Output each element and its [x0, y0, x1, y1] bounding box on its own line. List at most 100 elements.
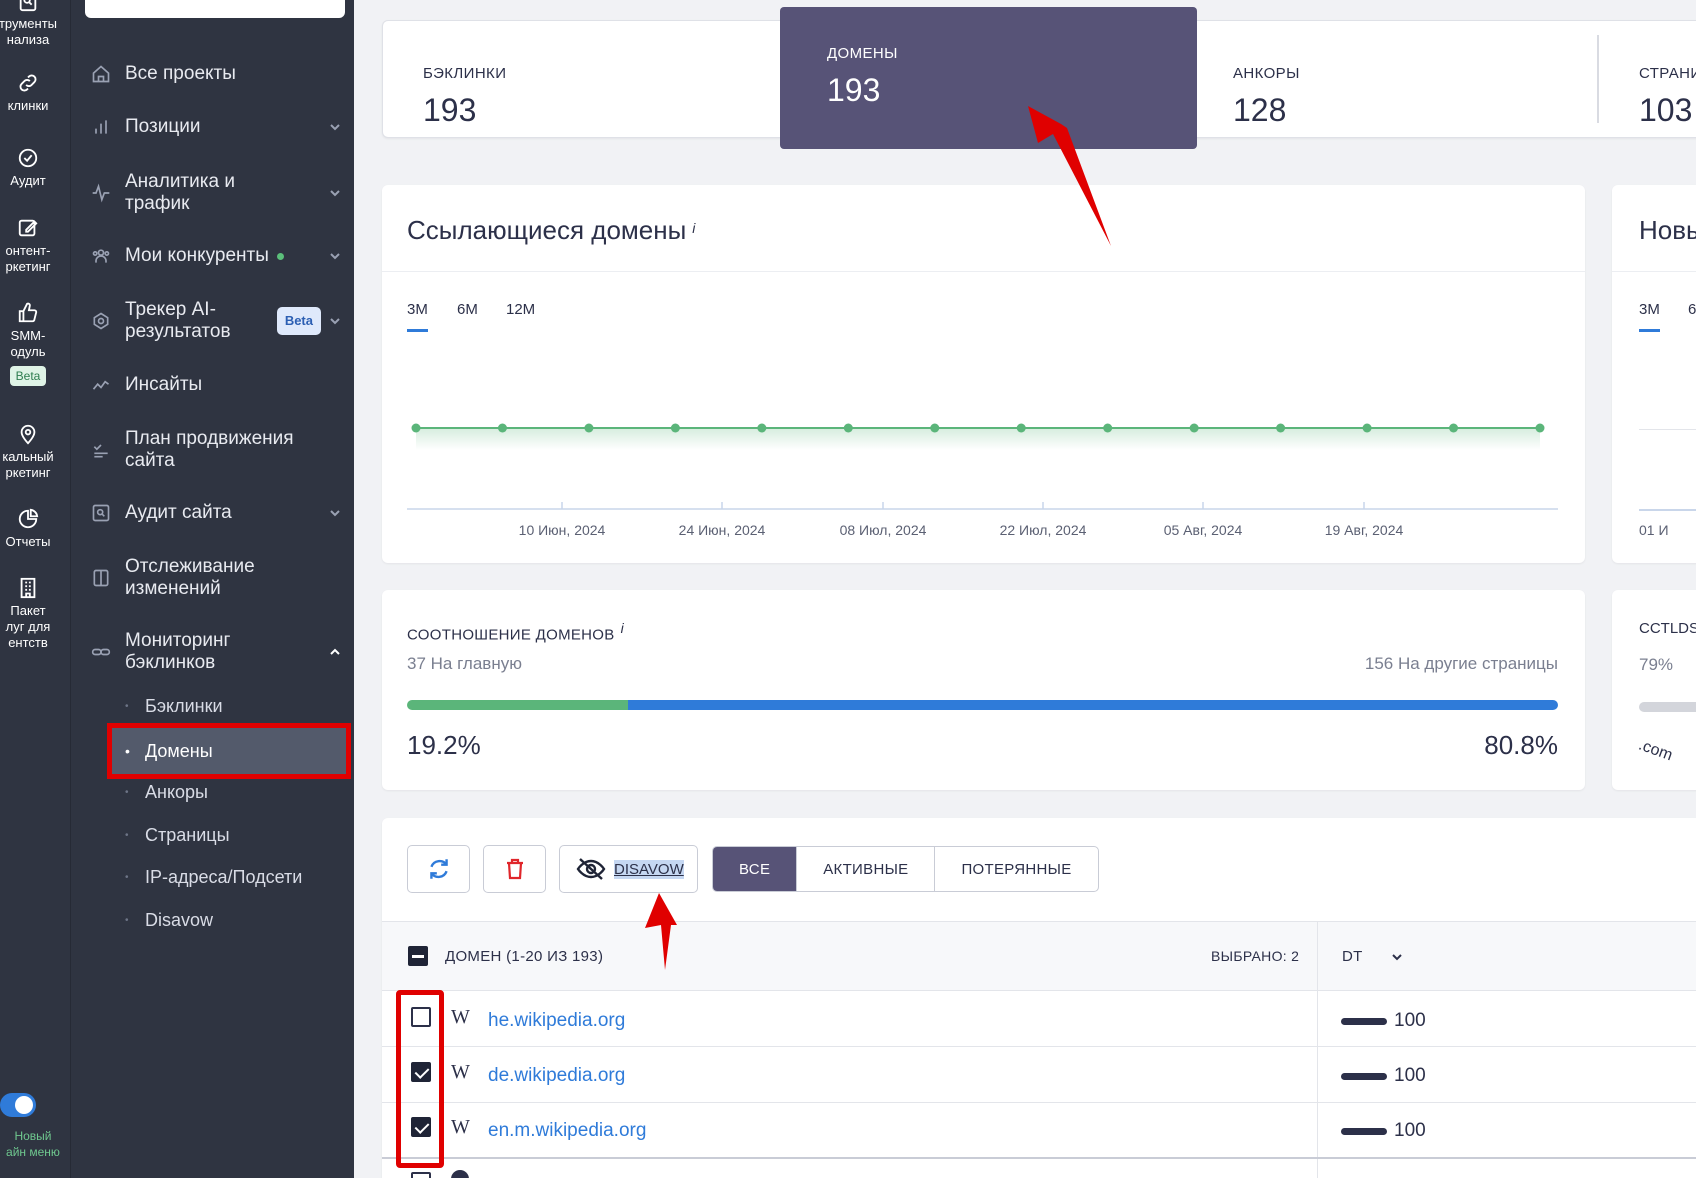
sidebar-item-all-projects[interactable]: Все проекты — [91, 63, 341, 85]
selected-count: ВЫБРАНО: 2 — [1211, 948, 1300, 964]
rail-label: трументы нализа — [0, 16, 58, 47]
sidebar-item-positions[interactable]: Позиции — [91, 116, 341, 138]
nav-search-box[interactable] — [85, 0, 345, 18]
new-domains-card: Новы 3M 6 01 И — [1612, 185, 1696, 563]
other-pages-percent: 80.8% — [1484, 730, 1558, 760]
tab-3m[interactable]: 3M — [1639, 301, 1660, 332]
sidebar-nav: Все проекты Позиции Аналитика и трафик М… — [70, 0, 354, 1178]
sidebar-item-analytics[interactable]: Аналитика и трафик — [91, 171, 341, 215]
data-point[interactable] — [1535, 423, 1545, 433]
filter-active[interactable]: АКТИВНЫЕ — [797, 847, 936, 891]
sub-item-ip-subnets[interactable]: • IP-адреса/Подсети — [125, 857, 355, 897]
stat-pages[interactable]: СТРАНИ 103 — [1639, 65, 1696, 129]
rail-item-local-marketing[interactable]: кальный ркетинг — [0, 423, 70, 481]
filter-all[interactable]: ВСЕ — [713, 847, 798, 891]
disavow-button[interactable]: DISAVOW — [559, 845, 698, 893]
data-point[interactable] — [584, 423, 594, 433]
gridline — [1639, 429, 1696, 430]
dt-column-header[interactable]: DT — [1342, 948, 1363, 965]
dt-bar — [1341, 1128, 1387, 1135]
data-point[interactable] — [930, 423, 940, 433]
rail-label: кальный ркетинг — [2, 449, 54, 480]
rail-item-backlinks[interactable]: клинки — [0, 72, 70, 114]
domain-link[interactable]: he.wikipedia.org — [488, 1010, 625, 1032]
rail-item-smm[interactable]: SMM- одуль Beta — [0, 302, 70, 386]
data-point[interactable] — [1016, 423, 1026, 433]
rail-item-agency-pack[interactable]: Пакет луг для ентств — [0, 577, 70, 651]
stat-domains[interactable]: ДОМЕНЫ 193 — [780, 7, 1197, 149]
search-doc-icon — [19, 0, 37, 12]
refresh-button[interactable] — [407, 845, 470, 893]
sidebar-item-insights[interactable]: Инсайты — [91, 374, 341, 396]
sub-item-label: Бэклинки — [145, 695, 223, 716]
dt-bar — [1341, 1073, 1387, 1080]
data-point[interactable] — [1276, 423, 1286, 433]
x-tick-label: 01 И — [1639, 522, 1669, 538]
ratio-bar — [407, 700, 1558, 710]
chevron-down-icon[interactable] — [1391, 951, 1403, 963]
info-icon[interactable]: i — [621, 620, 624, 636]
data-point[interactable] — [1103, 423, 1113, 433]
data-point[interactable] — [757, 423, 767, 433]
rail-label: Отчеты — [5, 534, 51, 549]
data-point[interactable] — [670, 423, 680, 433]
bar-chart-icon — [95, 120, 107, 134]
sub-item-anchors[interactable]: • Анкоры — [125, 772, 355, 812]
sidebar-item-ai-tracker[interactable]: Трекер AI- результатов Beta — [91, 299, 341, 343]
data-point[interactable] — [843, 423, 853, 433]
chevron-down-icon — [330, 510, 340, 517]
rail-item-content-marketing[interactable]: онтент- ркетинг — [0, 217, 70, 275]
home-icon — [92, 65, 110, 83]
stat-backlinks[interactable]: БЭКЛИНКИ 193 — [423, 65, 506, 129]
other-pages-count: 156 На другие страницы — [1364, 654, 1558, 673]
annotation-box — [396, 990, 444, 1168]
stat-anchors[interactable]: АНКОРЫ 128 — [1233, 65, 1300, 129]
rail-item-analysis-tools[interactable]: трументы нализа — [0, 0, 70, 48]
data-point[interactable] — [1189, 423, 1199, 433]
rail-item-audit[interactable]: Аудит — [0, 147, 70, 189]
rail-item-reports[interactable]: Отчеты — [0, 508, 70, 550]
sidebar-item-label: Позиции — [125, 116, 201, 137]
sub-item-domains[interactable]: • Домены — [107, 723, 351, 779]
sidebar-item-change-tracking[interactable]: Отслеживание изменений — [91, 556, 341, 600]
sidebar-item-promotion-plan[interactable]: План продвижения сайта — [91, 428, 341, 472]
sub-item-backlinks[interactable]: • Бэклинки — [125, 686, 355, 726]
new-menu-toggle[interactable] — [0, 1093, 36, 1117]
sub-item-label: IP-адреса/Подсети — [145, 866, 303, 887]
building-icon — [20, 577, 36, 599]
sub-item-label: Анкоры — [145, 781, 208, 802]
cctld-percent: 79% — [1639, 655, 1674, 674]
select-all-checkbox[interactable] — [408, 946, 428, 966]
thumbs-up-icon — [18, 302, 38, 323]
cctld-bar — [1639, 702, 1696, 712]
chevron-up-icon — [330, 648, 340, 655]
domain-link[interactable]: de.wikipedia.org — [488, 1065, 625, 1087]
data-point[interactable] — [497, 423, 507, 433]
status-filter: ВСЕ АКТИВНЫЕ ПОТЕРЯННЫЕ — [712, 846, 1099, 892]
card-title: Новы — [1639, 215, 1696, 245]
row-checkbox[interactable] — [411, 1172, 431, 1178]
sidebar-item-label: Мои конкуренты — [125, 245, 269, 266]
domain-link[interactable]: en.m.wikipedia.org — [488, 1120, 646, 1142]
trash-icon — [506, 858, 523, 880]
sidebar-item-backlink-monitoring[interactable]: Мониторинг бэклинков — [91, 630, 341, 674]
delete-button[interactable] — [483, 845, 546, 893]
users-icon — [92, 249, 110, 263]
map-pin-icon — [20, 424, 36, 445]
data-point[interactable] — [411, 423, 421, 433]
sub-item-disavow[interactable]: • Disavow — [125, 900, 355, 940]
sidebar-item-site-audit[interactable]: Аудит сайта — [91, 502, 341, 524]
data-point[interactable] — [1449, 423, 1459, 433]
minus-icon — [412, 955, 424, 958]
chevron-down-icon — [330, 318, 340, 325]
checklist-icon — [93, 444, 108, 458]
sidebar-item-competitors[interactable]: Мои конкуренты — [91, 245, 341, 267]
dt-value: 100 — [1394, 1065, 1426, 1086]
stat-value: 103 — [1639, 92, 1693, 128]
sub-item-pages[interactable]: • Страницы — [125, 815, 355, 855]
tab-6m[interactable]: 6 — [1688, 301, 1696, 318]
sidebar-item-label: Аналитика и трафик — [125, 171, 235, 214]
data-point[interactable] — [1362, 423, 1372, 433]
domain-column-header[interactable]: ДОМЕН (1-20 ИЗ 193) — [445, 948, 603, 965]
filter-lost[interactable]: ПОТЕРЯННЫЕ — [935, 847, 1097, 891]
